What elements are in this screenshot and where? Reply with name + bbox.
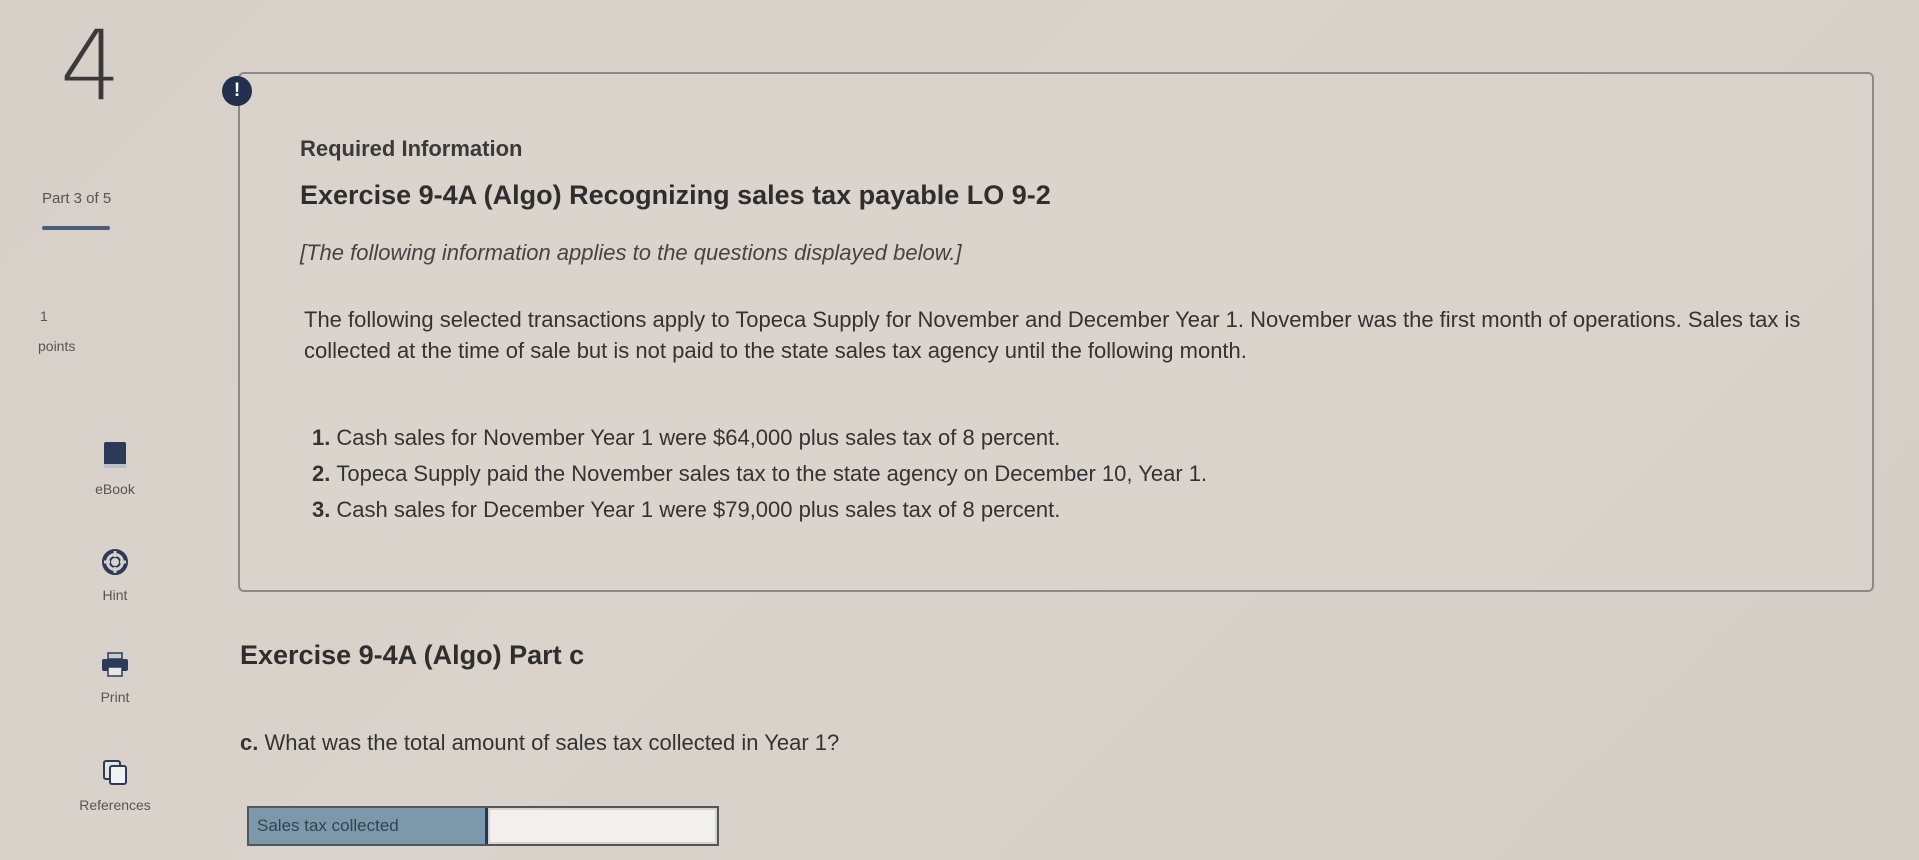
- answer-label: Sales tax collected: [249, 808, 488, 844]
- part-progress-bar: [42, 226, 110, 230]
- ebook-button[interactable]: eBook: [45, 440, 185, 497]
- question-text: c. What was the total amount of sales ta…: [240, 730, 839, 756]
- list-item-text: Cash sales for November Year 1 were $64,…: [336, 425, 1061, 450]
- info-paragraph: The following selected transactions appl…: [304, 307, 1801, 363]
- info-note: [The following information applies to th…: [300, 240, 962, 265]
- required-information-heading: Required Information: [300, 136, 523, 161]
- question-body: What was the total amount of sales tax c…: [264, 730, 840, 755]
- print-button[interactable]: Print: [45, 652, 185, 705]
- transaction-list: 1. Cash sales for November Year 1 were $6…: [312, 420, 1207, 528]
- list-item-number: 2.: [312, 461, 331, 486]
- references-button[interactable]: References: [45, 758, 185, 813]
- answer-row: Sales tax collected: [247, 806, 719, 846]
- printer-icon: [45, 652, 185, 683]
- list-item-number: 1.: [312, 425, 331, 450]
- ebook-label: eBook: [95, 481, 135, 497]
- alert-icon: !: [222, 76, 252, 106]
- copy-icon: [45, 758, 185, 791]
- list-item-text: Topeca Supply paid the November sales ta…: [336, 461, 1208, 486]
- list-item-number: 3.: [312, 497, 331, 522]
- points-label: points: [38, 338, 76, 354]
- hint-button[interactable]: Hint: [45, 548, 185, 603]
- list-item: 1. Cash sales for November Year 1 were $6…: [312, 420, 1207, 456]
- list-item: 3. Cash sales for December Year 1 were $7…: [312, 492, 1207, 528]
- print-label: Print: [100, 689, 130, 705]
- references-label: References: [79, 797, 151, 813]
- sales-tax-collected-input[interactable]: [490, 810, 715, 842]
- lifebuoy-icon: [45, 548, 185, 581]
- exercise-title: Exercise 9-4A (Algo) Recognizing sales t…: [300, 180, 1051, 210]
- hint-label: Hint: [102, 587, 128, 603]
- book-icon: [45, 440, 185, 475]
- points-value: 1: [40, 308, 48, 324]
- question-number: 4: [60, 10, 122, 122]
- question-letter: c.: [240, 730, 259, 755]
- list-item: 2. Topeca Supply paid the November sales …: [312, 456, 1207, 492]
- part-progress-label: Part 3 of 5: [42, 190, 112, 207]
- list-item-text: Cash sales for December Year 1 were $79,…: [336, 497, 1061, 522]
- part-heading: Exercise 9-4A (Algo) Part c: [240, 640, 585, 670]
